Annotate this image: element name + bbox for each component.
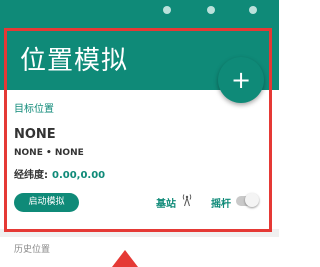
status-bar (0, 0, 279, 22)
battery-icon (249, 6, 257, 14)
history-section-label: 历史位置 (14, 245, 51, 255)
signal-icon (207, 6, 215, 14)
highlight-annotation-box (4, 28, 272, 232)
up-arrow-icon (112, 250, 138, 267)
notification-icon (163, 6, 171, 14)
